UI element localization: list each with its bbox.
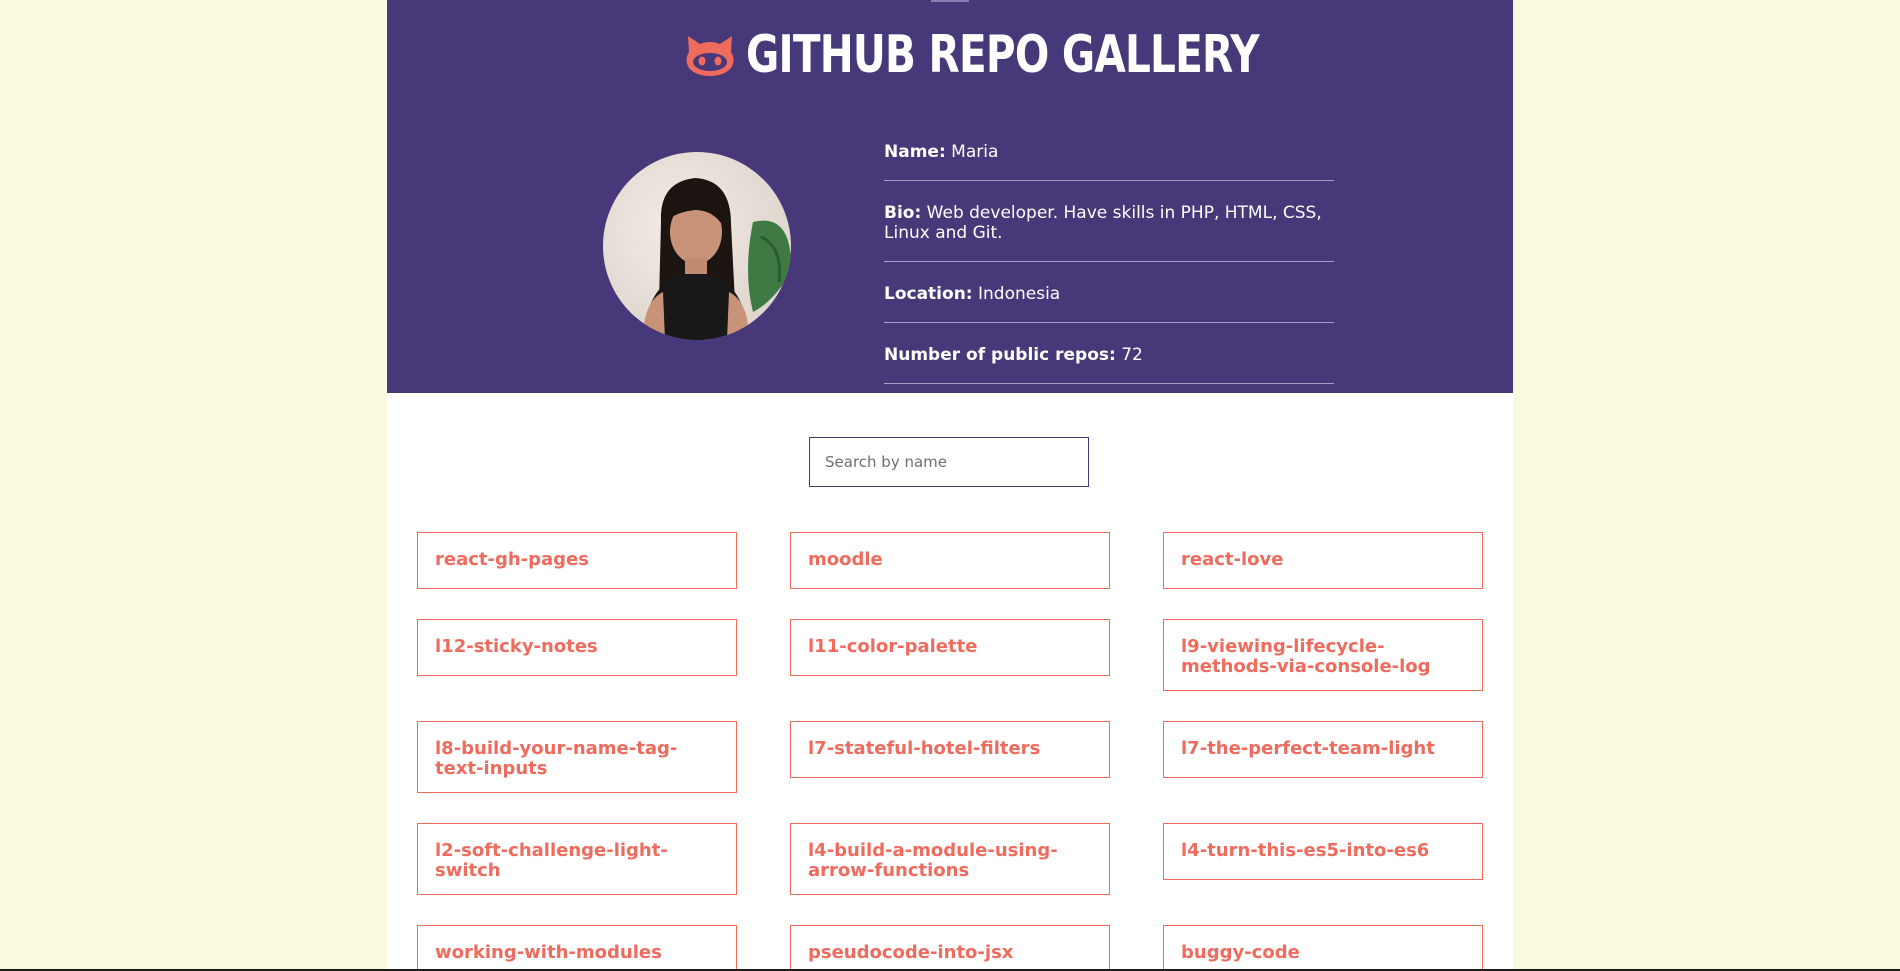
repo-list: react-gh-pages moodle react-love l12-sticky… — [417, 532, 1483, 969]
repo-card[interactable]: moodle — [790, 532, 1110, 589]
profile-info: Name: Maria Bio: Web developer. Have ski… — [884, 140, 1334, 404]
repos-count-value: 72 — [1121, 345, 1143, 365]
profile-bio-row: Bio: Web developer. Have skills in PHP, … — [884, 201, 1334, 262]
profile-location-row: Location: Indonesia — [884, 282, 1334, 323]
octocat-icon — [684, 32, 736, 78]
repo-card[interactable]: l9-viewing-lifecycle-methods-via-console… — [1163, 619, 1483, 691]
repo-card[interactable]: working-with-modules — [417, 925, 737, 969]
repo-name: l8-build-your-name-tag-text-inputs — [435, 738, 678, 779]
repo-card[interactable]: react-love — [1163, 532, 1483, 589]
name-label: Name: — [884, 142, 946, 162]
repo-name: l7-the-perfect-team-light — [1181, 738, 1435, 759]
page-title-row: GITHUB REPO GALLERY — [387, 22, 1513, 88]
name-value: Maria — [951, 142, 999, 162]
repo-name: l4-build-a-module-using-arrow-functions — [808, 840, 1058, 881]
avatar — [603, 152, 791, 340]
repo-name: l11-color-palette — [808, 636, 978, 657]
bio-value: Web developer. Have skills in PHP, HTML,… — [884, 203, 1322, 243]
repo-name: buggy-code — [1181, 942, 1300, 963]
repo-card[interactable]: l8-build-your-name-tag-text-inputs — [417, 721, 737, 793]
search-input[interactable] — [809, 437, 1089, 487]
repo-card[interactable]: pseudocode-into-jsx — [790, 925, 1110, 969]
repo-card[interactable]: react-gh-pages — [417, 532, 737, 589]
page-title: GITHUB REPO GALLERY — [746, 25, 1260, 85]
repo-name: react-love — [1181, 549, 1284, 570]
location-label: Location: — [884, 284, 973, 304]
repo-card[interactable]: l4-turn-this-es5-into-es6 — [1163, 823, 1483, 880]
repo-card[interactable]: l7-stateful-hotel-filters — [790, 721, 1110, 778]
repo-name: l9-viewing-lifecycle-methods-via-console… — [1181, 636, 1431, 677]
repo-card[interactable]: l11-color-palette — [790, 619, 1110, 676]
location-value: Indonesia — [978, 284, 1061, 304]
repo-card[interactable]: buggy-code — [1163, 925, 1483, 969]
repo-name: pseudocode-into-jsx — [808, 942, 1014, 963]
bio-label: Bio: — [884, 203, 922, 223]
repo-name: moodle — [808, 549, 883, 570]
repos-count-label: Number of public repos: — [884, 345, 1116, 365]
repo-card[interactable]: l4-build-a-module-using-arrow-functions — [790, 823, 1110, 895]
repo-name: l12-sticky-notes — [435, 636, 598, 657]
top-tab-indicator — [931, 0, 969, 2]
repo-name: working-with-modules — [435, 942, 662, 963]
profile-repos-row: Number of public repos: 72 — [884, 343, 1334, 384]
profile-name-row: Name: Maria — [884, 140, 1334, 181]
repo-card[interactable]: l2-soft-challenge-light-switch — [417, 823, 737, 895]
repo-name: l7-stateful-hotel-filters — [808, 738, 1041, 759]
repo-name: react-gh-pages — [435, 549, 589, 570]
page-container: GITHUB REPO GALLERY Name: Maria Bio: Web… — [387, 0, 1513, 969]
repo-card[interactable]: l7-the-perfect-team-light — [1163, 721, 1483, 778]
repo-card[interactable]: l12-sticky-notes — [417, 619, 737, 676]
repo-name: l2-soft-challenge-light-switch — [435, 840, 668, 881]
repo-name: l4-turn-this-es5-into-es6 — [1181, 840, 1430, 861]
profile-header: GITHUB REPO GALLERY Name: Maria Bio: Web… — [387, 0, 1513, 393]
